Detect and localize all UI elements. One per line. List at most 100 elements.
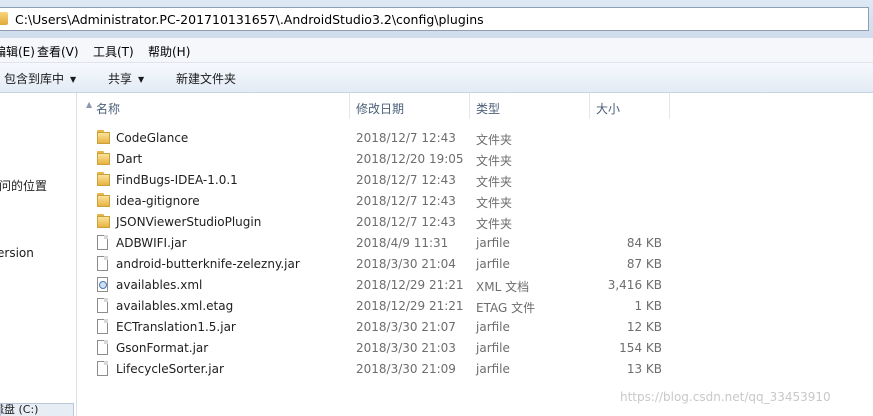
- file-date: 2018/3/30 21:09: [356, 362, 456, 376]
- folder-icon: [97, 214, 110, 228]
- column-header-size[interactable]: 大小: [590, 93, 670, 119]
- file-name: android-butterknife-zelezny.jar: [116, 257, 300, 271]
- column-header-size-label: 大小: [596, 102, 621, 116]
- file-icon: [97, 256, 108, 271]
- file-date: 2018/12/7 12:43: [356, 173, 456, 187]
- column-header-type[interactable]: 类型: [470, 93, 590, 119]
- nav-item-recent-places[interactable]: 访问的位置: [0, 177, 47, 194]
- command-bar: 包含到库中 ▼ 共享 ▼ 新建文件夹: [0, 63, 873, 93]
- include-in-library-label: 包含到库中: [4, 72, 65, 86]
- file-type: jarfile: [476, 341, 510, 355]
- file-type: jarfile: [476, 320, 510, 334]
- column-header-type-label: 类型: [476, 102, 501, 116]
- file-row[interactable]: FindBugs-IDEA-1.0.1 2018/12/7 12:43 文件夹: [80, 170, 873, 191]
- file-name: idea-gitignore: [116, 194, 200, 208]
- file-size: 1 KB: [634, 299, 662, 313]
- file-type: 文件夹: [476, 196, 513, 210]
- menu-help[interactable]: 帮助(H): [148, 43, 190, 60]
- file-row[interactable]: LifecycleSorter.jar 2018/3/30 21:09 jarf…: [80, 359, 873, 380]
- file-type: ETAG 文件: [476, 301, 536, 315]
- file-icon: [97, 235, 108, 250]
- column-header-date[interactable]: 修改日期: [350, 93, 470, 119]
- menu-bar: 编辑(E) 查看(V) 工具(T) 帮助(H): [0, 38, 873, 63]
- share-label: 共享: [108, 72, 133, 86]
- file-icon: [97, 319, 108, 334]
- file-row[interactable]: CodeGlance 2018/12/7 12:43 文件夹: [80, 128, 873, 149]
- file-type: jarfile: [476, 362, 510, 376]
- watermark: https://blog.csdn.net/qq_33453910: [620, 390, 831, 404]
- file-row[interactable]: availables.xml.etag 2018/12/29 21:21 ETA…: [80, 296, 873, 317]
- file-name: FindBugs-IDEA-1.0.1: [116, 173, 238, 187]
- folder-icon: [97, 151, 110, 165]
- file-type: 文件夹: [476, 154, 513, 168]
- file-row[interactable]: ECTranslation1.5.jar 2018/3/30 21:07 jar…: [80, 317, 873, 338]
- file-size: 87 KB: [626, 257, 662, 271]
- file-row[interactable]: JSONViewerStudioPlugin 2018/12/7 12:43 文…: [80, 212, 873, 233]
- folder-icon: [97, 130, 110, 144]
- nav-item-version[interactable]: ersion: [0, 246, 34, 260]
- folder-icon: [97, 193, 110, 207]
- file-date: 2018/12/7 12:43: [356, 194, 456, 208]
- file-size: 12 KB: [626, 320, 662, 334]
- column-header-row: ▲ 名称 修改日期 类型 大小: [80, 93, 873, 119]
- file-date: 2018/4/9 11:31: [356, 236, 449, 250]
- chevron-down-icon: ▼: [70, 75, 77, 84]
- nav-item-drive-label: 磁盘 (C:): [1, 403, 39, 416]
- file-name: Dart: [116, 152, 143, 166]
- file-name: JSONViewerStudioPlugin: [116, 215, 262, 229]
- file-row[interactable]: android-butterknife-zelezny.jar 2018/3/3…: [80, 254, 873, 275]
- new-folder-button[interactable]: 新建文件夹: [176, 70, 236, 87]
- column-header-name[interactable]: ▲ 名称: [80, 93, 350, 119]
- file-date: 2018/12/29 21:21: [356, 278, 464, 292]
- sort-ascending-icon: ▲: [86, 100, 93, 109]
- address-bar-area: C:\Users\Administrator.PC-201710131657\.…: [0, 0, 873, 38]
- file-size: 3,416 KB: [607, 278, 662, 292]
- file-date: 2018/12/7 12:43: [356, 215, 456, 229]
- file-type: 文件夹: [476, 217, 513, 231]
- file-date: 2018/12/20 19:05: [356, 152, 464, 166]
- file-type: 文件夹: [476, 133, 513, 147]
- file-date: 2018/12/7 12:43: [356, 131, 456, 145]
- file-date: 2018/12/29 21:21: [356, 299, 464, 313]
- menu-edit[interactable]: 编辑(E): [0, 43, 35, 60]
- column-header-name-label: 名称: [96, 102, 121, 116]
- file-name: ECTranslation1.5.jar: [116, 320, 236, 334]
- file-date: 2018/3/30 21:03: [356, 341, 456, 355]
- file-type: jarfile: [476, 236, 510, 250]
- file-name: CodeGlance: [116, 131, 189, 145]
- file-size: 84 KB: [626, 236, 662, 250]
- xml-file-icon: [97, 277, 108, 292]
- file-date: 2018/3/30 21:04: [356, 257, 456, 271]
- menu-view[interactable]: 查看(V): [37, 43, 79, 60]
- address-path[interactable]: C:\Users\Administrator.PC-201710131657\.…: [15, 12, 484, 27]
- chevron-down-icon: ▼: [138, 75, 145, 84]
- file-row[interactable]: availables.xml 2018/12/29 21:21 XML 文档 3…: [80, 275, 873, 296]
- file-name: ADBWIFI.jar: [116, 236, 187, 250]
- file-size: 13 KB: [626, 362, 662, 376]
- file-name: availables.xml: [116, 278, 203, 292]
- file-row[interactable]: idea-gitignore 2018/12/7 12:43 文件夹: [80, 191, 873, 212]
- file-name: GsonFormat.jar: [116, 341, 209, 355]
- file-size: 154 KB: [619, 341, 662, 355]
- share-button[interactable]: 共享 ▼: [108, 70, 144, 87]
- nav-item-drive-c[interactable]: 磁盘 (C:): [0, 403, 74, 416]
- include-in-library-button[interactable]: 包含到库中 ▼: [4, 70, 76, 87]
- file-type: XML 文档: [476, 280, 530, 294]
- column-header-date-label: 修改日期: [356, 102, 405, 116]
- file-row[interactable]: ADBWIFI.jar 2018/4/9 11:31 jarfile 84 KB: [80, 233, 873, 254]
- file-icon: [97, 298, 108, 313]
- folder-icon: [0, 12, 8, 25]
- file-row[interactable]: Dart 2018/12/20 19:05 文件夹: [80, 149, 873, 170]
- file-row[interactable]: GsonFormat.jar 2018/3/30 21:03 jarfile 1…: [80, 338, 873, 359]
- address-bar[interactable]: C:\Users\Administrator.PC-201710131657\.…: [0, 7, 869, 31]
- file-icon: [97, 340, 108, 355]
- file-type: 文件夹: [476, 175, 513, 189]
- file-icon: [97, 361, 108, 376]
- file-type: jarfile: [476, 257, 510, 271]
- file-name: availables.xml.etag: [116, 299, 234, 313]
- menu-tools[interactable]: 工具(T): [93, 43, 134, 60]
- navigation-pane: 访问的位置 ersion 磁盘 (C:): [0, 93, 77, 416]
- file-date: 2018/3/30 21:07: [356, 320, 456, 334]
- file-name: LifecycleSorter.jar: [116, 362, 224, 376]
- folder-icon: [97, 172, 110, 186]
